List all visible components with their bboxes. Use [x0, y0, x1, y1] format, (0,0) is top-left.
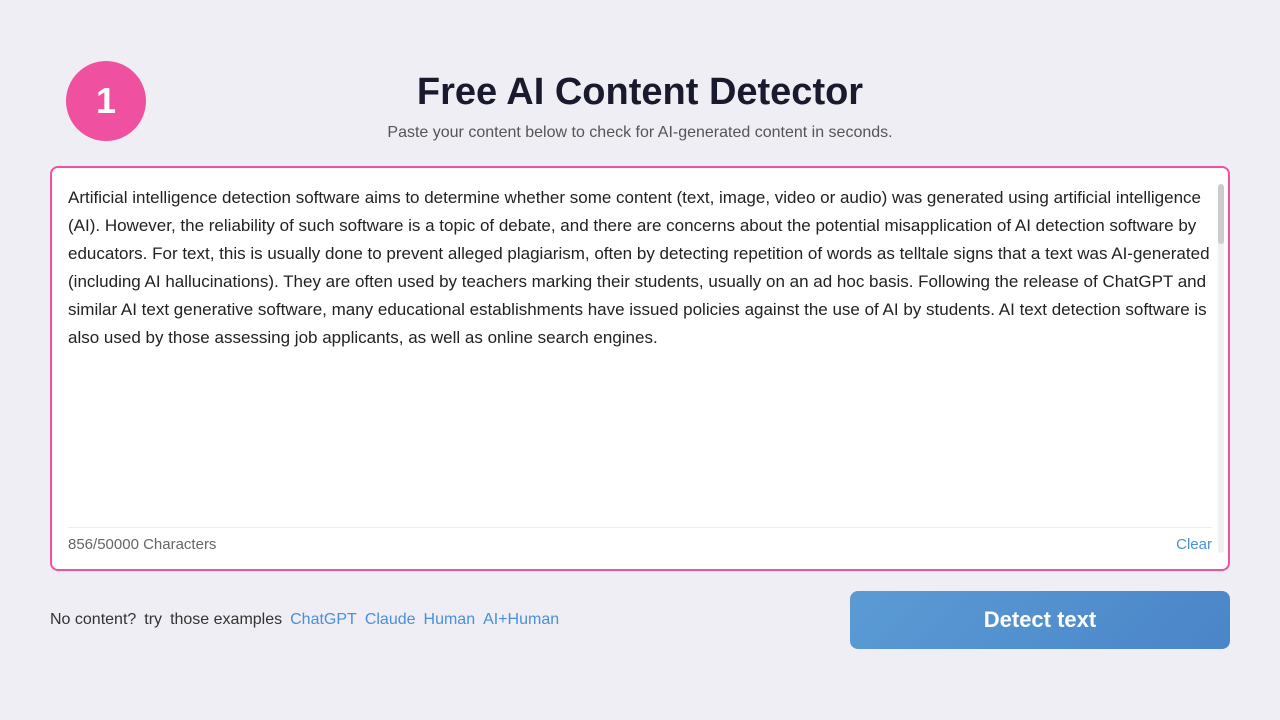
those-examples-text: those examples: [170, 611, 282, 629]
textarea-footer: 856/50000 Characters Clear: [68, 527, 1212, 553]
bottom-bar: No content? try those examples ChatGPT C…: [50, 591, 1230, 649]
content-input[interactable]: [68, 184, 1212, 514]
example-link-chatgpt[interactable]: ChatGPT: [290, 611, 357, 629]
clear-button[interactable]: Clear: [1176, 536, 1212, 553]
scrollbar-thumb[interactable]: [1218, 184, 1224, 244]
step-badge: 1: [66, 61, 146, 141]
examples-section: No content? try those examples ChatGPT C…: [50, 611, 559, 629]
example-link-ai-human[interactable]: AI+Human: [483, 611, 559, 629]
example-link-human[interactable]: Human: [424, 611, 476, 629]
detect-text-button[interactable]: Detect text: [850, 591, 1230, 649]
page-container: 1 Free AI Content Detector Paste your co…: [50, 71, 1230, 649]
try-text: try: [144, 611, 162, 629]
step-number: 1: [96, 80, 116, 122]
page-subtitle: Paste your content below to check for AI…: [387, 124, 892, 142]
char-count: 856/50000 Characters: [68, 536, 216, 553]
header-section: 1 Free AI Content Detector Paste your co…: [50, 71, 1230, 142]
scrollbar-track[interactable]: [1218, 184, 1224, 553]
textarea-container: 856/50000 Characters Clear: [50, 166, 1230, 571]
no-content-text: No content?: [50, 611, 136, 629]
page-title: Free AI Content Detector: [417, 71, 863, 114]
example-link-claude[interactable]: Claude: [365, 611, 416, 629]
